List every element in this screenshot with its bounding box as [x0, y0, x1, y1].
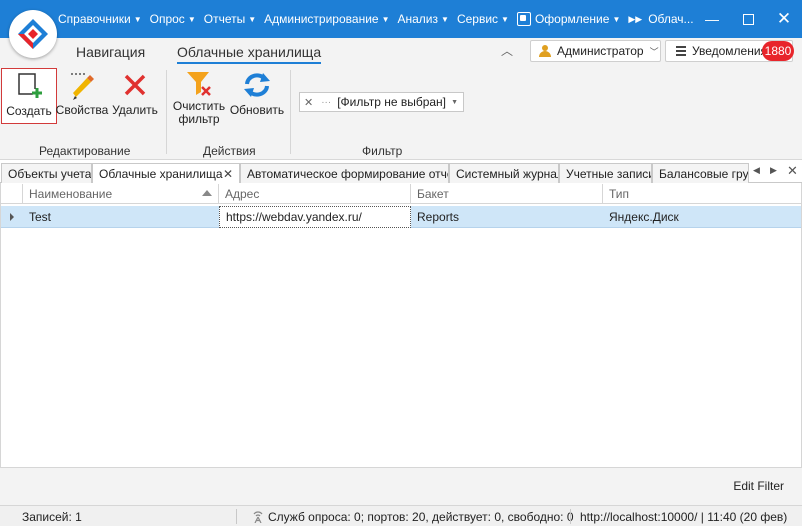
row-indicator-icon	[10, 213, 14, 221]
create-button[interactable]: Создать	[1, 68, 57, 124]
properties-button[interactable]: Свойства	[56, 68, 108, 124]
filter-select[interactable]: ✕ ··· [Фильтр не выбран] ▼	[299, 92, 464, 112]
double-chevron-right-icon: ▶▶	[628, 13, 643, 24]
dropdown-arrow-icon[interactable]: ▼	[451, 99, 458, 106]
chevron-down-icon: ▼	[441, 14, 449, 24]
data-grid: Наименование Адрес Бакет Тип Test https:…	[0, 183, 802, 467]
pencil-icon	[66, 68, 98, 102]
sort-ascending-icon	[202, 190, 212, 196]
tab-cloud-storage[interactable]: Облачные хранилища	[177, 44, 322, 64]
window-tab-switcher[interactable]: ▶▶ Облач...	[628, 12, 693, 26]
column-header-type[interactable]: Тип	[603, 184, 801, 204]
clear-icon[interactable]: ✕	[304, 96, 313, 109]
ellipsis-icon[interactable]: ···	[321, 97, 331, 108]
close-tab-icon[interactable]: ✕	[223, 167, 233, 181]
chevron-down-icon: ▼	[612, 14, 621, 24]
group-label-filter: Фильтр	[362, 144, 403, 158]
chevron-down-icon: ▼	[187, 14, 196, 24]
tab-navigation[interactable]: Навигация	[76, 44, 145, 60]
grid-footer: Edit Filter	[0, 467, 802, 505]
menu-analysis[interactable]: Анализ ▼	[398, 12, 449, 26]
new-document-icon	[13, 69, 45, 103]
group-separator	[166, 70, 167, 154]
close-all-tabs-icon[interactable]: ✕	[787, 163, 798, 179]
doc-tab-auto-reports[interactable]: Автоматическое формирование отчёто	[240, 163, 449, 183]
menu-administration[interactable]: Администрирование ▼	[264, 12, 389, 26]
menu-directories[interactable]: Справочники ▼	[58, 12, 142, 26]
cell-bucket[interactable]: Reports	[411, 206, 603, 228]
clear-filter-button[interactable]: Очистить фильтр	[172, 68, 226, 126]
cell-name[interactable]: Test	[23, 206, 219, 228]
menu-polling[interactable]: Опрос ▼	[150, 12, 196, 26]
doc-tab-balance-groups[interactable]: Балансовые групп	[652, 163, 749, 183]
chevron-down-icon: ▼	[133, 14, 142, 24]
tab-scroll-left-icon[interactable]: ◀	[753, 165, 760, 176]
menu-appearance[interactable]: Оформление ▼	[516, 12, 621, 26]
close-window-button[interactable]: ✕	[766, 0, 802, 38]
document-tab-strip: Объекты учета Облачные хранилища ✕ Автома…	[0, 161, 802, 184]
refresh-button[interactable]: Обновить	[230, 68, 284, 124]
doc-tab-accounting-objects[interactable]: Объекты учета	[1, 163, 92, 183]
group-separator	[290, 70, 291, 154]
column-header-name[interactable]: Наименование	[23, 184, 219, 204]
column-header-address[interactable]: Адрес	[219, 184, 411, 204]
theme-icon	[516, 12, 531, 26]
column-header-bucket[interactable]: Бакет	[411, 184, 603, 204]
record-count: Записей: 1	[22, 510, 82, 524]
doc-tab-system-log[interactable]: Системный журнал	[449, 163, 559, 183]
doc-tab-cloud-storage[interactable]: Облачные хранилища ✕	[92, 163, 240, 184]
chevron-down-icon: ▼	[381, 14, 390, 24]
title-bar: Справочники ▼ Опрос ▼ Отчеты ▼ Администриро…	[0, 0, 802, 38]
user-icon	[539, 45, 551, 57]
table-row[interactable]: Test https://webdav.yandex.ru/ Reports Я…	[1, 206, 801, 228]
refresh-icon	[241, 68, 273, 102]
maximize-button[interactable]	[730, 0, 766, 38]
collapse-ribbon-icon[interactable]: ︿	[501, 42, 513, 59]
list-icon	[676, 46, 686, 56]
row-indicator-header	[1, 184, 23, 204]
chevron-down-icon: ▼	[501, 14, 509, 24]
server-status: http://localhost:10000/ | 11:40 (20 фев)	[580, 510, 788, 524]
delete-x-icon	[119, 68, 151, 102]
chevron-down-icon: ﹀	[649, 46, 659, 57]
menu-service[interactable]: Сервис ▼	[457, 12, 509, 26]
group-label-actions: Действия	[203, 144, 256, 158]
grid-header: Наименование Адрес Бакет Тип	[1, 184, 801, 204]
edit-filter-link[interactable]: Edit Filter	[733, 479, 784, 493]
ribbon-panel: Создать Свойства Удалить Очистить фильтр…	[0, 66, 802, 160]
doc-tab-accounts[interactable]: Учетные записи	[559, 163, 652, 183]
status-separator	[236, 509, 237, 524]
status-bar: Записей: 1 Служб опроса: 0; портов: 20, …	[0, 505, 802, 526]
group-label-editing: Редактирование	[39, 144, 131, 158]
menu-reports[interactable]: Отчеты ▼	[204, 12, 256, 26]
main-menu: Справочники ▼ Опрос ▼ Отчеты ▼ Администриро…	[58, 0, 702, 38]
clear-filter-icon	[183, 68, 215, 98]
antenna-icon	[253, 511, 263, 523]
cell-address[interactable]: https://webdav.yandex.ru/	[219, 206, 411, 228]
app-logo[interactable]	[9, 10, 57, 58]
delete-button[interactable]: Удалить	[112, 68, 158, 124]
logo-icon	[18, 19, 48, 49]
polling-services-status: Служб опроса: 0; портов: 20, действует: …	[252, 510, 574, 524]
status-separator	[570, 509, 571, 524]
notifications-badge: 1880	[762, 41, 794, 61]
cell-type[interactable]: Яндекс.Диск	[603, 206, 801, 228]
tab-scroll-right-icon[interactable]: ▶	[770, 165, 777, 176]
chevron-down-icon: ▼	[248, 14, 257, 24]
user-menu-button[interactable]: Администратор ﹀	[530, 40, 661, 62]
minimize-button[interactable]: —	[694, 0, 730, 38]
